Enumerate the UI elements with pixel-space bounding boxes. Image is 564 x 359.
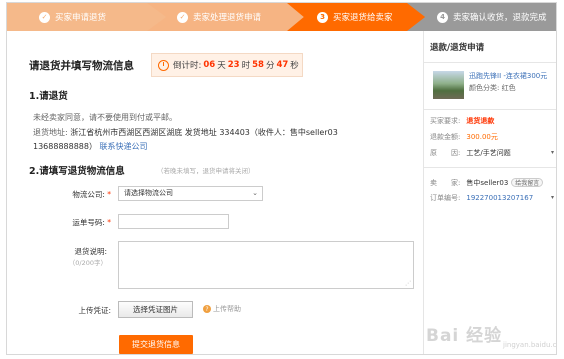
step-1: ✓ 买家申请退货 xyxy=(7,3,167,31)
watermark-url: jingyan.baidu.com xyxy=(503,341,557,349)
step-number: 4 xyxy=(437,11,448,23)
contact-courier-link[interactable]: 联系快递公司 xyxy=(100,142,148,151)
countdown-prefix: 倒计时: xyxy=(173,61,202,71)
requirement-value: 退货退款 xyxy=(466,117,495,125)
progress-steps: ✓ 买家申请退货 ✓ 卖家处理退货申请 3 买家退货给卖家 4 卖家确认收货，退款完成 xyxy=(7,3,556,31)
address-line-2: 13688888888） xyxy=(33,142,97,151)
carrier-label-text: 物流公司: xyxy=(72,190,105,199)
reason-label: 原 因: xyxy=(430,149,461,157)
divider xyxy=(424,62,556,63)
product-thumbnail[interactable] xyxy=(433,71,464,99)
carrier-select[interactable]: 请选择物流公司 ⌄ xyxy=(118,186,263,201)
watermark-logo: Bai 经验 xyxy=(426,326,503,346)
countdown-timer: 倒计时: 06 天 23 时 58 分 47 秒 xyxy=(151,53,303,77)
seller-value: 售中seller03 xyxy=(466,179,509,187)
upload-help-text[interactable]: 上传帮助 xyxy=(213,304,241,314)
return-address-cont: 13688888888） 联系快递公司 xyxy=(33,141,148,152)
seller-row: 卖 家: 售中seller03 给我留言 xyxy=(430,178,544,188)
upload-label: 上传凭证: xyxy=(78,306,111,315)
logistics-hint: （若晚未填写，退货申请将关闭） xyxy=(157,167,255,175)
submit-return-button[interactable]: 提交退货信息 xyxy=(119,335,193,354)
upload-help[interactable]: ? 上传帮助 xyxy=(203,304,241,314)
seller-label: 卖 家: xyxy=(430,179,461,187)
amount-value: 300.00元 xyxy=(466,133,498,141)
step-4: 4 卖家确认收货，退款完成 xyxy=(407,3,556,31)
resize-grip-icon[interactable]: ⋰ xyxy=(405,280,411,287)
sidebar-title: 退款/退货申请 xyxy=(430,43,485,53)
tracking-label: 运单号码: * xyxy=(51,217,111,228)
step-label: 卖家确认收货，退款完成 xyxy=(453,13,547,23)
amount-label: 退款金额: xyxy=(430,133,461,141)
check-icon: ✓ xyxy=(177,11,188,23)
address-label: 退货地址: xyxy=(33,128,68,137)
address-line-1: 浙江省杭州市西湖区西湖区湖底 发货地址 334403（收件人：售中seller0… xyxy=(70,128,338,137)
carrier-label: 物流公司: * xyxy=(51,189,111,200)
countdown-days: 06 xyxy=(203,60,216,70)
divider xyxy=(424,109,556,110)
hours-unit: 时 xyxy=(241,61,251,71)
choose-image-button[interactable]: 选择凭证图片 xyxy=(118,301,193,318)
order-number-link[interactable]: 192270013207167 xyxy=(466,194,533,202)
tracking-number-input[interactable] xyxy=(118,214,229,229)
section-logistics-heading: 2.请填写退货物流信息 xyxy=(29,166,125,177)
step-3-current: 3 买家退货给卖家 xyxy=(287,3,427,31)
required-mark: * xyxy=(107,190,111,199)
description-count: （0/200字） xyxy=(68,259,107,267)
description-label: 退货说明: xyxy=(74,247,107,256)
countdown-seconds: 47 xyxy=(276,60,289,70)
chevron-down-icon[interactable]: ▾ xyxy=(551,149,554,156)
message-seller-label: 给我留言 xyxy=(515,180,540,187)
return-note: 未经卖家同意，请不要使用到付或平邮。 xyxy=(33,113,177,122)
refund-sidebar: 退款/退货申请 迅跑先锋II -连衣裙300元 颜色分类: 红色 买家要求: 退货… xyxy=(423,31,556,354)
minutes-unit: 分 xyxy=(265,61,275,71)
days-unit: 天 xyxy=(217,61,226,71)
section-return-heading: 1.请退货 xyxy=(29,91,68,102)
required-mark: * xyxy=(107,218,111,227)
message-seller-button[interactable]: 给我留言 xyxy=(511,178,544,187)
product-name-link[interactable]: 迅跑先锋II -连衣裙300元 xyxy=(469,71,555,81)
tracking-label-text: 运单号码: xyxy=(72,218,105,227)
product-color: 颜色分类: 红色 xyxy=(469,84,516,92)
check-icon: ✓ xyxy=(39,11,50,23)
requirement-label: 买家要求: xyxy=(430,117,461,125)
amount-row: 退款金额: 300.00元 xyxy=(430,132,498,142)
reason-value: 工艺/手艺问题 xyxy=(466,149,511,157)
reason-row: 原 因: 工艺/手艺问题 xyxy=(430,148,511,158)
description-textarea[interactable]: ⋰ xyxy=(118,241,414,289)
clock-icon xyxy=(158,59,169,71)
page-title: 请退货并填写物流信息 xyxy=(29,60,134,72)
seconds-unit: 秒 xyxy=(290,61,299,71)
step-label: 买家申请退货 xyxy=(55,13,107,23)
divider xyxy=(424,167,556,168)
step-2: ✓ 卖家处理退货申请 xyxy=(147,3,307,31)
chevron-down-icon[interactable]: ▾ xyxy=(551,194,554,201)
return-address: 退货地址: 浙江省杭州市西湖区西湖区湖底 发货地址 334403（收件人：售中s… xyxy=(33,127,338,138)
chevron-down-icon: ⌄ xyxy=(252,189,258,197)
step-number: 3 xyxy=(317,11,328,23)
refund-page: ✓ 买家申请退货 ✓ 卖家处理退货申请 3 买家退货给卖家 4 卖家确认收货，退款完成 … xyxy=(6,2,557,355)
step-label: 卖家处理退货申请 xyxy=(193,13,262,23)
carrier-select-value: 请选择物流公司 xyxy=(124,189,173,197)
question-icon: ? xyxy=(203,305,211,313)
step-label: 买家退货给卖家 xyxy=(333,13,393,23)
order-label: 订单编号: xyxy=(430,194,461,202)
order-row: 订单编号: 192270013207167 xyxy=(430,193,533,203)
countdown-minutes: 58 xyxy=(252,60,264,70)
requirement-row: 买家要求: 退货退款 xyxy=(430,116,494,126)
countdown-hours: 23 xyxy=(227,60,240,70)
